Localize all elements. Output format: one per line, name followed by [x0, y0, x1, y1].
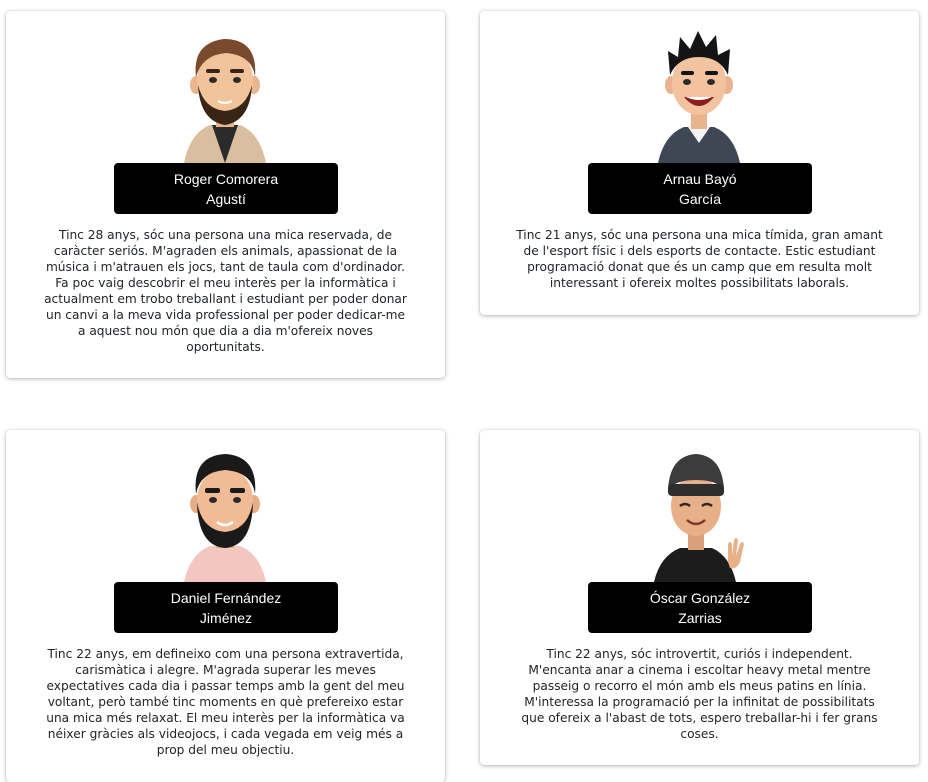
bearded-man-avatar-icon [176, 25, 274, 163]
beanie-waving-avatar-icon [650, 444, 748, 582]
team-card-roger: Roger Comorera Agustí Tinc 28 anys, sóc … [6, 11, 445, 378]
member-name-line1: Arnau Bayó [663, 171, 737, 187]
member-name-line2: García [678, 191, 721, 207]
team-card-daniel: Daniel Fernández Jiménez Tinc 22 anys, e… [6, 430, 445, 782]
member-name: Óscar González Zarrias [588, 582, 812, 633]
member-name: Arnau Bayó García [588, 163, 812, 214]
member-name: Roger Comorera Agustí [114, 163, 338, 214]
member-bio: Tinc 22 anys, sóc introvertit, curiós i … [521, 647, 878, 741]
team-card-arnau: Arnau Bayó García Tinc 21 anys, sóc una … [480, 11, 919, 315]
bearded-man-avatar-icon [176, 444, 274, 582]
member-name-line2: Jiménez [199, 610, 253, 626]
member-bio: Tinc 21 anys, sóc una persona una mica t… [516, 228, 883, 290]
member-name-line2: Agustí [206, 191, 246, 207]
member-bio: Tinc 22 anys, em defineixo com una perso… [46, 647, 405, 757]
member-name-line1: Daniel Fernández [170, 590, 282, 606]
member-name: Daniel Fernández Jiménez [114, 582, 338, 633]
member-name-line1: Roger Comorera [173, 171, 279, 187]
smiling-man-avatar-icon [650, 25, 748, 163]
member-name-line2: Zarrias [678, 610, 722, 626]
member-bio: Tinc 28 anys, sóc una persona una mica r… [44, 228, 407, 354]
member-name-line1: Óscar González [649, 590, 751, 606]
team-card-oscar: Óscar González Zarrias Tinc 22 anys, sóc… [480, 430, 919, 765]
